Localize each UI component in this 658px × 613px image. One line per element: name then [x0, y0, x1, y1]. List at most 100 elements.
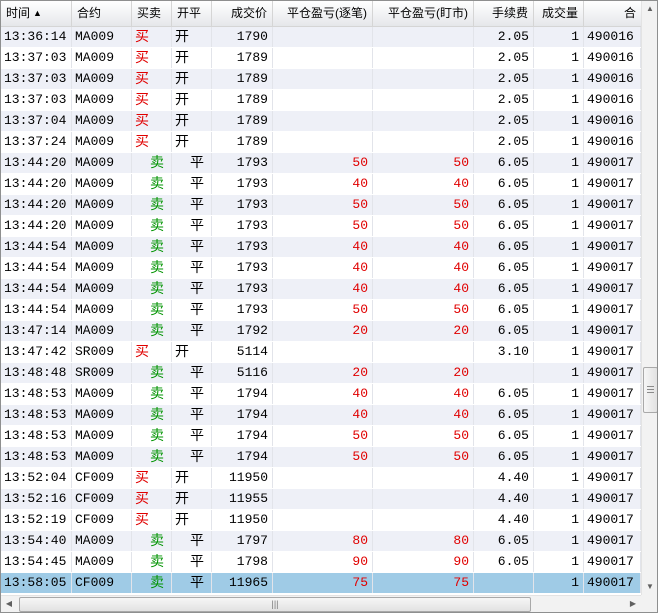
table-row[interactable]: 13:48:53 MA009 卖平 1794 50 50 6.05 1 490017: [1, 426, 641, 447]
cell-time: 13:44:20: [1, 153, 72, 173]
table-row[interactable]: 13:44:20 MA009 卖平 1793 50 50 6.05 1 490017: [1, 195, 641, 216]
vertical-scrollbar[interactable]: ▲ ▼: [641, 1, 657, 595]
col-header-order[interactable]: 合: [584, 1, 641, 26]
cell-order: 490017: [584, 384, 641, 404]
cell-pnl-mtm: [373, 342, 474, 362]
cell-pnl-trade: 40: [273, 258, 373, 278]
cell-qty: 1: [534, 510, 584, 530]
horizontal-scrollbar[interactable]: ◀ ||| ▶: [1, 595, 641, 612]
cell-contract: MA009: [72, 405, 132, 425]
cell-price: 1789: [212, 90, 273, 110]
cell-side: 买: [132, 90, 172, 110]
table-row[interactable]: 13:52:16 CF009 买开 11955 4.40 1 490017: [1, 489, 641, 510]
cell-pnl-trade: [273, 489, 373, 509]
cell-fee: 6.05: [474, 216, 534, 236]
scroll-left-arrow-icon[interactable]: ◀: [1, 596, 17, 612]
cell-qty: 1: [534, 258, 584, 278]
cell-contract: SR009: [72, 363, 132, 383]
cell-pnl-trade: 20: [273, 321, 373, 341]
cell-open-close: 平: [172, 300, 212, 320]
scroll-down-arrow-icon[interactable]: ▼: [642, 579, 657, 595]
cell-pnl-mtm: 40: [373, 174, 474, 194]
table-row[interactable]: 13:54:45 MA009 卖平 1798 90 90 6.05 1 490017: [1, 552, 641, 573]
cell-price: 1789: [212, 132, 273, 152]
cell-price: 1793: [212, 237, 273, 257]
cell-pnl-mtm: 40: [373, 237, 474, 257]
col-header-pnl-mtm[interactable]: 平仓盈亏(盯市): [373, 1, 474, 26]
col-header-open-close[interactable]: 开平: [172, 1, 212, 26]
cell-pnl-mtm: 50: [373, 426, 474, 446]
cell-pnl-mtm: 40: [373, 279, 474, 299]
cell-time: 13:58:05: [1, 573, 72, 593]
table-row[interactable]: 13:47:42 SR009 买开 5114 3.10 1 490017: [1, 342, 641, 363]
cell-side: 买: [132, 468, 172, 488]
cell-fee: 2.05: [474, 90, 534, 110]
table-row[interactable]: 13:48:53 MA009 卖平 1794 40 40 6.05 1 490017: [1, 405, 641, 426]
cell-fee: 6.05: [474, 279, 534, 299]
cell-fee: 3.10: [474, 342, 534, 362]
cell-contract: MA009: [72, 153, 132, 173]
table-row[interactable]: 13:44:20 MA009 卖平 1793 40 40 6.05 1 490017: [1, 174, 641, 195]
cell-pnl-mtm: 20: [373, 363, 474, 383]
table-row[interactable]: 13:44:20 MA009 卖平 1793 50 50 6.05 1 490017: [1, 153, 641, 174]
cell-side: 买: [132, 69, 172, 89]
vertical-scroll-thumb[interactable]: [643, 367, 657, 413]
cell-contract: CF009: [72, 489, 132, 509]
cell-side: 买: [132, 111, 172, 131]
cell-fee: [474, 363, 534, 383]
scroll-up-arrow-icon[interactable]: ▲: [642, 1, 657, 17]
cell-price: 1793: [212, 216, 273, 236]
col-header-price[interactable]: 成交价: [212, 1, 273, 26]
table-row[interactable]: 13:37:03 MA009 买开 1789 2.05 1 490016: [1, 69, 641, 90]
table-row[interactable]: 13:52:19 CF009 买开 11950 4.40 1 490017: [1, 510, 641, 531]
table-row[interactable]: 13:44:54 MA009 卖平 1793 50 50 6.05 1 490017: [1, 300, 641, 321]
table-row[interactable]: 13:44:54 MA009 卖平 1793 40 40 6.05 1 490017: [1, 279, 641, 300]
cell-open-close: 平: [172, 426, 212, 446]
table-row[interactable]: 13:37:04 MA009 买开 1789 2.05 1 490016: [1, 111, 641, 132]
table-row[interactable]: 13:37:03 MA009 买开 1789 2.05 1 490016: [1, 48, 641, 69]
cell-order: 490017: [584, 489, 641, 509]
col-header-qty[interactable]: 成交量: [534, 1, 584, 26]
cell-time: 13:48:53: [1, 426, 72, 446]
table-row[interactable]: 13:48:53 MA009 卖平 1794 50 50 6.05 1 490017: [1, 447, 641, 468]
cell-pnl-mtm: 90: [373, 552, 474, 572]
table-row[interactable]: 13:44:54 MA009 卖平 1793 40 40 6.05 1 490017: [1, 237, 641, 258]
col-header-time[interactable]: 时间 ▲: [1, 1, 72, 26]
cell-order: 490017: [584, 237, 641, 257]
table-row[interactable]: 13:44:54 MA009 卖平 1793 40 40 6.05 1 490017: [1, 258, 641, 279]
cell-open-close: 平: [172, 363, 212, 383]
cell-pnl-mtm: [373, 90, 474, 110]
col-header-side[interactable]: 买卖: [132, 1, 172, 26]
scroll-right-arrow-icon[interactable]: ▶: [625, 596, 641, 612]
col-header-contract[interactable]: 合约: [72, 1, 132, 26]
cell-fee: 6.05: [474, 531, 534, 551]
table-row[interactable]: 13:48:53 MA009 卖平 1794 40 40 6.05 1 490017: [1, 384, 641, 405]
col-header-pnl-trade[interactable]: 平仓盈亏(逐笔): [273, 1, 373, 26]
table-row[interactable]: 13:52:04 CF009 买开 11950 4.40 1 490017: [1, 468, 641, 489]
table-row[interactable]: 13:54:40 MA009 卖平 1797 80 80 6.05 1 490017: [1, 531, 641, 552]
table-row[interactable]: 13:37:03 MA009 买开 1789 2.05 1 490016: [1, 90, 641, 111]
cell-pnl-trade: [273, 48, 373, 68]
cell-fee: 6.05: [474, 552, 534, 572]
cell-price: 1793: [212, 258, 273, 278]
table-row[interactable]: 13:48:48 SR009 卖平 5116 20 20 1 490017: [1, 363, 641, 384]
table-row[interactable]: 13:47:14 MA009 卖平 1792 20 20 6.05 1 490017: [1, 321, 641, 342]
cell-pnl-mtm: 80: [373, 531, 474, 551]
cell-pnl-trade: [273, 132, 373, 152]
cell-order: 490017: [584, 153, 641, 173]
grip-line: [647, 389, 654, 390]
table-row[interactable]: 13:44:20 MA009 卖平 1793 50 50 6.05 1 490017: [1, 216, 641, 237]
cell-contract: MA009: [72, 384, 132, 404]
cell-qty: 1: [534, 132, 584, 152]
cell-order: 490017: [584, 468, 641, 488]
cell-side: 卖: [132, 153, 172, 173]
col-header-fee[interactable]: 手续费: [474, 1, 534, 26]
table-row[interactable]: 13:58:05 CF009 卖平 11965 75 75 1 490017: [1, 573, 641, 594]
cell-side: 卖: [132, 531, 172, 551]
table-row[interactable]: 13:37:24 MA009 买开 1789 2.05 1 490016: [1, 132, 641, 153]
cell-fee: 6.05: [474, 195, 534, 215]
cell-price: 1793: [212, 153, 273, 173]
horizontal-scroll-thumb[interactable]: |||: [19, 597, 531, 612]
table-row[interactable]: 13:36:14 MA009 买开 1790 2.05 1 490016: [1, 27, 641, 48]
cell-time: 13:44:20: [1, 195, 72, 215]
